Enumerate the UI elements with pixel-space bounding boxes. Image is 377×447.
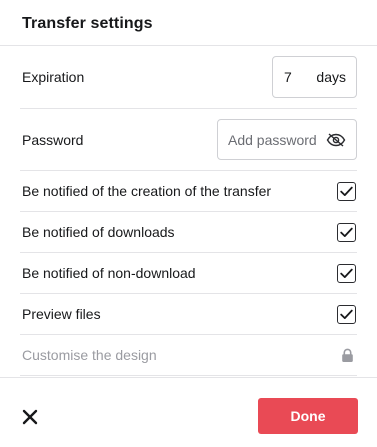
- option-row[interactable]: Be notified of downloads: [20, 212, 357, 253]
- eye-slash-icon[interactable]: [326, 132, 346, 147]
- expiration-row: Expiration 7 days: [20, 46, 357, 109]
- expiration-label: Expiration: [22, 69, 85, 85]
- expiration-input[interactable]: 7 days: [272, 56, 357, 98]
- password-input[interactable]: [228, 131, 324, 148]
- lock-icon: [341, 348, 357, 363]
- option-row[interactable]: Be notified of the creation of the trans…: [20, 171, 357, 212]
- option-row[interactable]: Be notified of non-download: [20, 253, 357, 294]
- option-checkbox[interactable]: [337, 263, 356, 283]
- customise-design-row: Customise the design: [20, 335, 357, 376]
- option-label: Be notified of downloads: [22, 224, 175, 240]
- option-label: Be notified of the creation of the trans…: [22, 183, 272, 199]
- option-row[interactable]: Preview files: [20, 294, 357, 335]
- expiration-unit: days: [316, 69, 346, 85]
- panel-footer: Done: [0, 377, 377, 447]
- transfer-settings-panel: Transfer settings Expiration 7 days Pass…: [0, 0, 377, 447]
- customise-design-label: Customise the design: [22, 347, 157, 363]
- option-label: Be notified of non-download: [22, 265, 196, 281]
- close-icon[interactable]: [22, 409, 40, 427]
- password-label: Password: [22, 131, 84, 148]
- option-label: Preview files: [22, 306, 101, 322]
- done-button[interactable]: Done: [258, 398, 358, 434]
- expiration-value: 7: [284, 69, 292, 85]
- panel-header: Transfer settings: [0, 0, 377, 46]
- option-checkbox[interactable]: [337, 222, 356, 242]
- option-checkbox[interactable]: [337, 181, 356, 201]
- password-row: Password: [20, 109, 357, 171]
- password-field: [217, 119, 357, 160]
- panel-title: Transfer settings: [22, 15, 153, 32]
- option-checkbox[interactable]: [337, 304, 356, 324]
